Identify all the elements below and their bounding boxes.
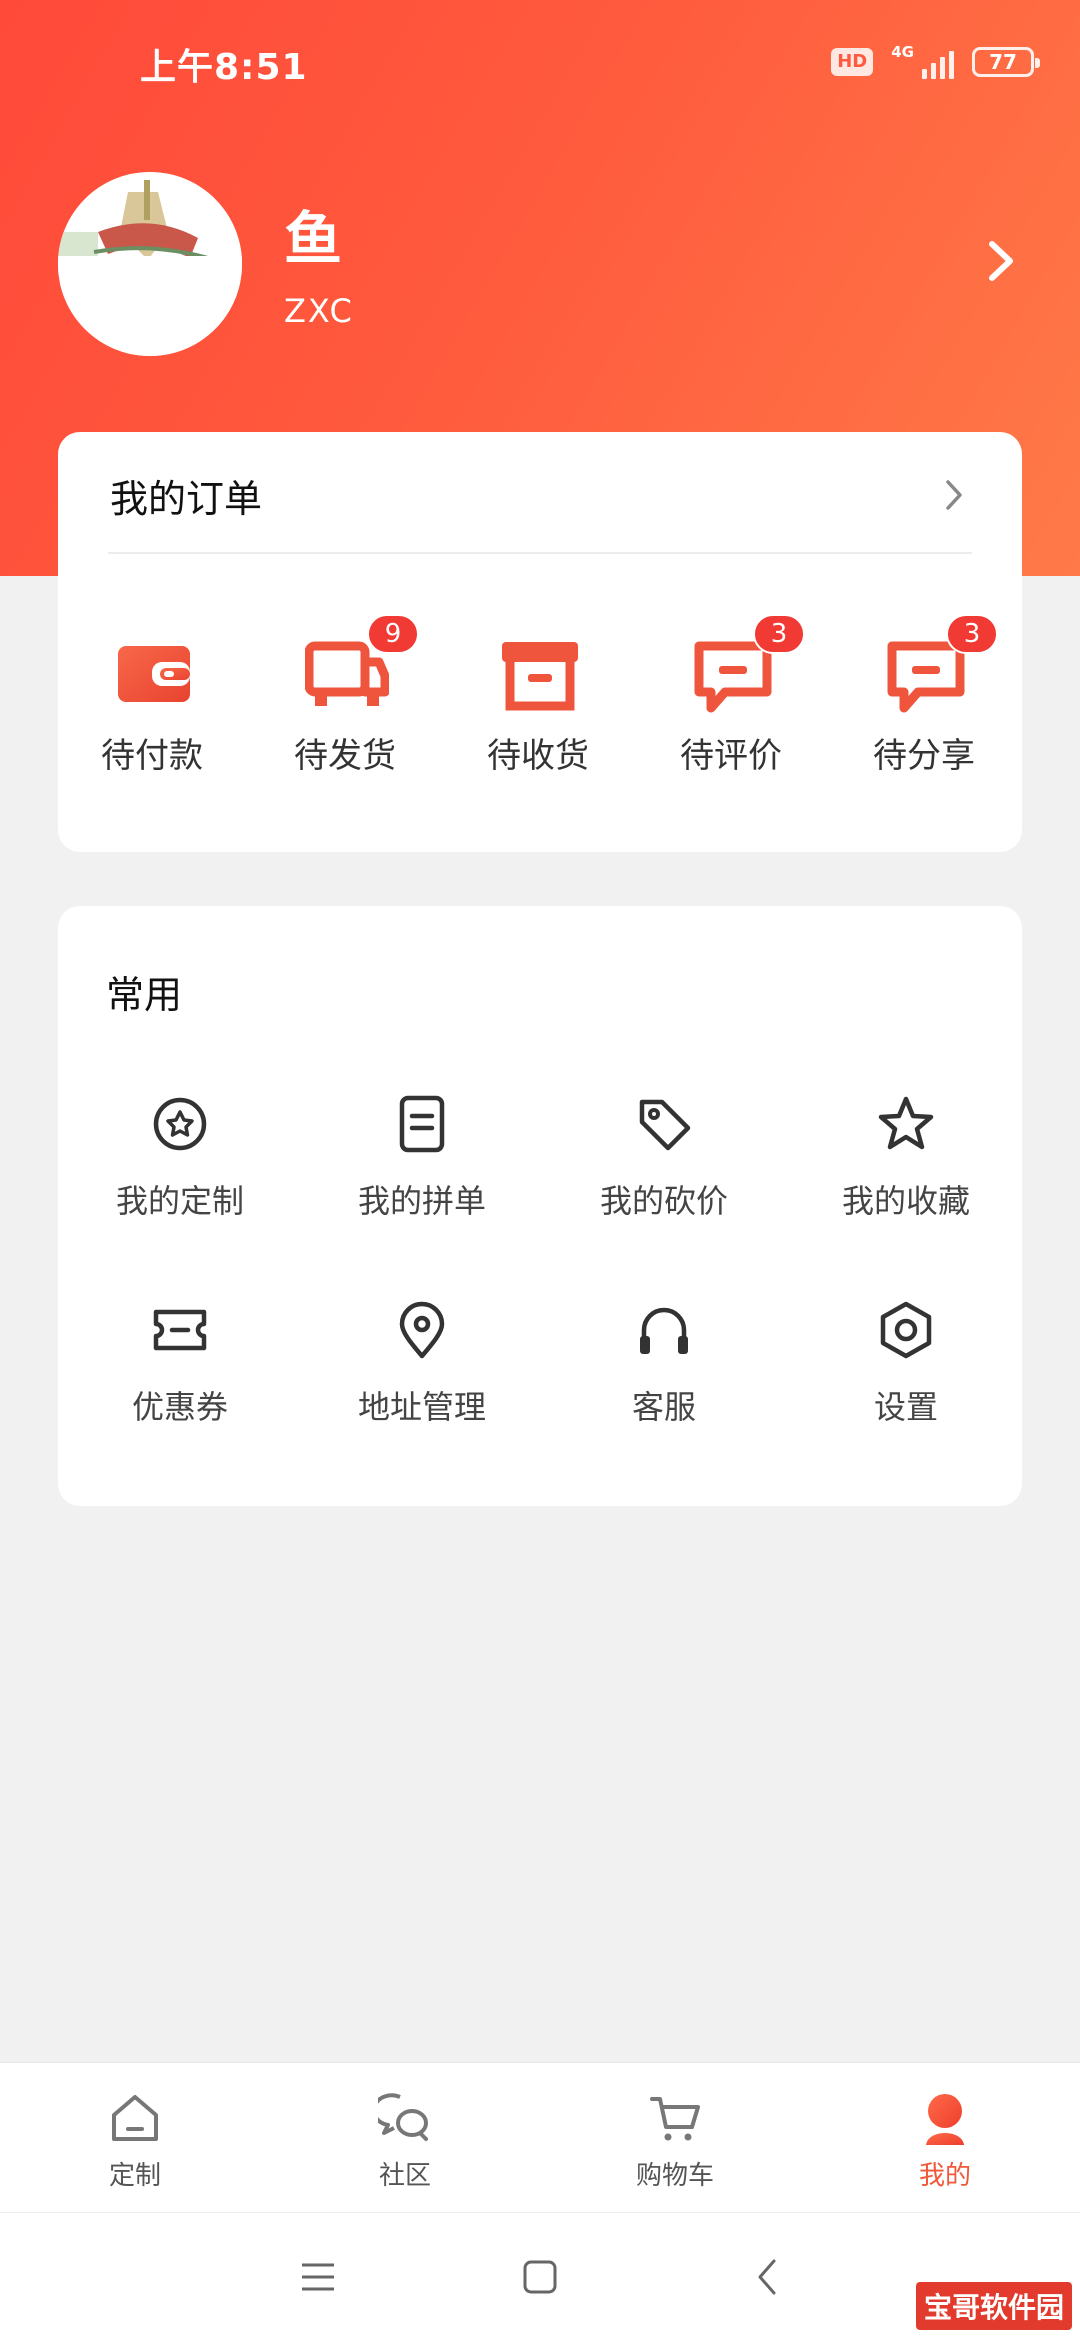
tag-icon — [639, 1099, 691, 1151]
order-label: 待发货 — [294, 736, 396, 776]
watermark-logo: 宝哥软件园 — [915, 2282, 1072, 2330]
order-count-badge: 3 — [753, 614, 805, 654]
order-label: 待评价 — [680, 736, 782, 776]
system-navigation-bar: 宝哥软件园 — [0, 2212, 1080, 2340]
divider — [108, 552, 972, 554]
address-management-item[interactable]: 地址管理 — [322, 1300, 522, 1440]
order-status-pending-review[interactable]: 3 待评价 — [641, 614, 821, 802]
cart-icon — [650, 2097, 700, 2141]
chat-bubbles-icon — [378, 2093, 428, 2141]
order-label: 待分享 — [873, 736, 975, 776]
headphones-icon — [640, 1307, 688, 1354]
my-favorites-item[interactable]: 我的收藏 — [806, 1094, 1006, 1234]
my-group-order-item[interactable]: 我的拼单 — [322, 1094, 522, 1234]
order-count-badge: 9 — [367, 614, 419, 654]
orders-card: 我的订单 待付款 9 待发货 待收货 3 待评价 3 待分享 — [58, 432, 1022, 852]
tab-cart[interactable]: 购物车 — [540, 2063, 810, 2213]
orders-title[interactable]: 我的订单 — [110, 468, 262, 523]
signal-icon: 4G — [891, 45, 954, 79]
coupons-item[interactable]: 优惠券 — [80, 1300, 280, 1440]
network-type: 4G — [891, 43, 914, 61]
common-label: 设置 — [873, 1388, 938, 1426]
ticket-icon — [153, 1309, 207, 1351]
common-label: 我的砍价 — [599, 1182, 728, 1220]
wallet-icon — [118, 646, 190, 702]
order-status-pending-share[interactable]: 3 待分享 — [834, 614, 1014, 802]
common-label: 地址管理 — [357, 1388, 486, 1426]
hd-icon: HD — [831, 48, 874, 76]
my-bargain-item[interactable]: 我的砍价 — [564, 1094, 764, 1234]
settings-item[interactable]: 设置 — [806, 1300, 1006, 1440]
box-icon — [502, 642, 578, 711]
common-tools-card: 常用 我的定制 我的拼单 我的砍价 我的收藏 优惠券 地址管理 客服 设置 — [58, 906, 1022, 1506]
profile-name[interactable]: 鱼 — [284, 192, 342, 276]
chevron-right-icon[interactable] — [986, 238, 1016, 284]
order-label: 待付款 — [101, 736, 203, 776]
common-title: 常用 — [106, 973, 183, 1017]
profile-id: ZXC — [284, 292, 354, 330]
status-bar: 上午8:51 HD 4G 77 — [0, 0, 1080, 120]
document-icon — [399, 1095, 445, 1153]
home-square-icon[interactable] — [516, 2253, 564, 2301]
menu-icon[interactable] — [294, 2253, 342, 2301]
tab-label: 社区 — [378, 2161, 431, 2191]
my-custom-item[interactable]: 我的定制 — [80, 1094, 280, 1234]
common-label: 我的收藏 — [841, 1182, 970, 1220]
bottom-navigation: 定制 社区 购物车 我的 — [0, 2062, 1080, 2212]
home-icon — [112, 2095, 158, 2141]
chevron-right-icon[interactable] — [944, 478, 964, 512]
common-label: 我的定制 — [115, 1182, 244, 1220]
common-label: 客服 — [631, 1388, 696, 1426]
order-status-pending-receipt[interactable]: 待收货 — [448, 632, 628, 802]
order-status-pending-payment[interactable]: 待付款 — [62, 632, 242, 802]
order-count-badge: 3 — [946, 614, 998, 654]
profile-icon — [926, 2094, 964, 2145]
tab-label: 购物车 — [635, 2161, 714, 2191]
common-label: 优惠券 — [131, 1388, 228, 1426]
battery-level: 77 — [989, 50, 1017, 74]
status-icons: HD 4G 77 — [831, 42, 1040, 82]
common-label: 我的拼单 — [357, 1182, 486, 1220]
settings-icon — [880, 1301, 932, 1359]
location-pin-icon — [399, 1301, 445, 1359]
tab-community[interactable]: 社区 — [270, 2063, 540, 2213]
custom-badge-icon — [153, 1097, 207, 1151]
customer-service-item[interactable]: 客服 — [564, 1300, 764, 1440]
star-icon — [878, 1096, 934, 1150]
status-time: 上午8:51 — [140, 47, 308, 88]
avatar[interactable] — [58, 172, 242, 356]
tab-custom[interactable]: 定制 — [0, 2063, 270, 2213]
tab-label: 定制 — [108, 2161, 161, 2191]
tab-label: 我的 — [918, 2161, 971, 2191]
tab-mine[interactable]: 我的 — [810, 2063, 1080, 2213]
battery-icon: 77 — [972, 47, 1040, 77]
order-status-pending-shipment[interactable]: 9 待发货 — [255, 614, 435, 802]
avatar-image — [58, 172, 242, 356]
order-label: 待收货 — [487, 736, 589, 776]
back-icon[interactable] — [744, 2253, 792, 2301]
